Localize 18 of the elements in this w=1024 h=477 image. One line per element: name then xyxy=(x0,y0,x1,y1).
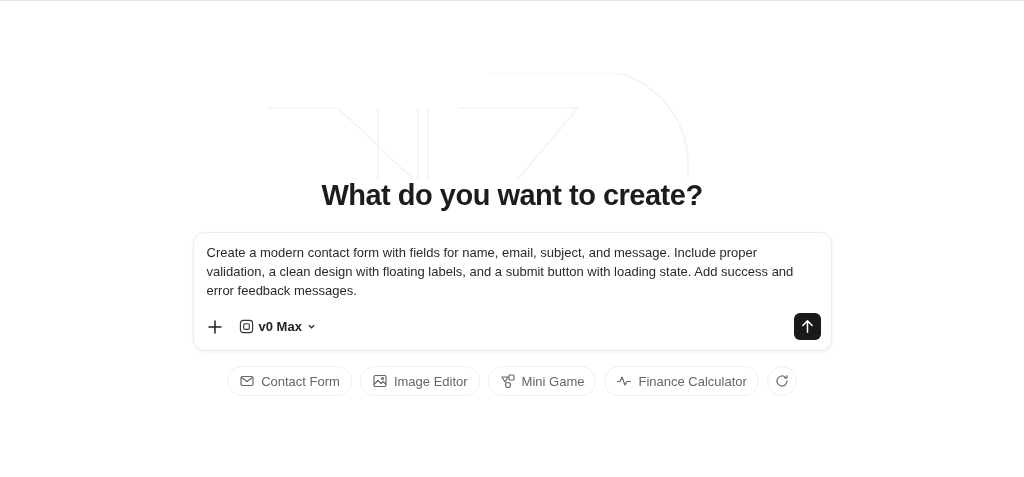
model-selector[interactable]: v0 Max xyxy=(234,317,320,336)
model-icon xyxy=(238,319,254,334)
prompt-text: Create a modern contact form with fields for name, email, subject, and message. Include proper validation, a clean design with floating labels, and a submit button with loading state. Add success and error feedback messages. xyxy=(205,244,795,300)
page-heading: What do you want to create? xyxy=(321,179,703,212)
prompt-field[interactable] xyxy=(192,232,832,351)
chevron-down-icon xyxy=(306,322,316,331)
shapes-icon xyxy=(499,373,516,389)
suggestion-chip[interactable]: Image Editor xyxy=(359,366,480,396)
refresh-icon xyxy=(773,373,790,389)
image-icon xyxy=(371,373,388,389)
suggestion-chip[interactable]: Contact Form xyxy=(227,366,352,396)
refresh-button[interactable] xyxy=(766,366,797,396)
suggestion-chip[interactable]: Mini Game xyxy=(487,366,597,396)
suggestion-chip[interactable]: Finance Calculator xyxy=(604,366,759,396)
send-button[interactable] xyxy=(793,313,821,340)
mail-icon xyxy=(239,373,256,389)
plus-icon xyxy=(206,318,223,335)
arrow-up-icon xyxy=(799,319,815,334)
